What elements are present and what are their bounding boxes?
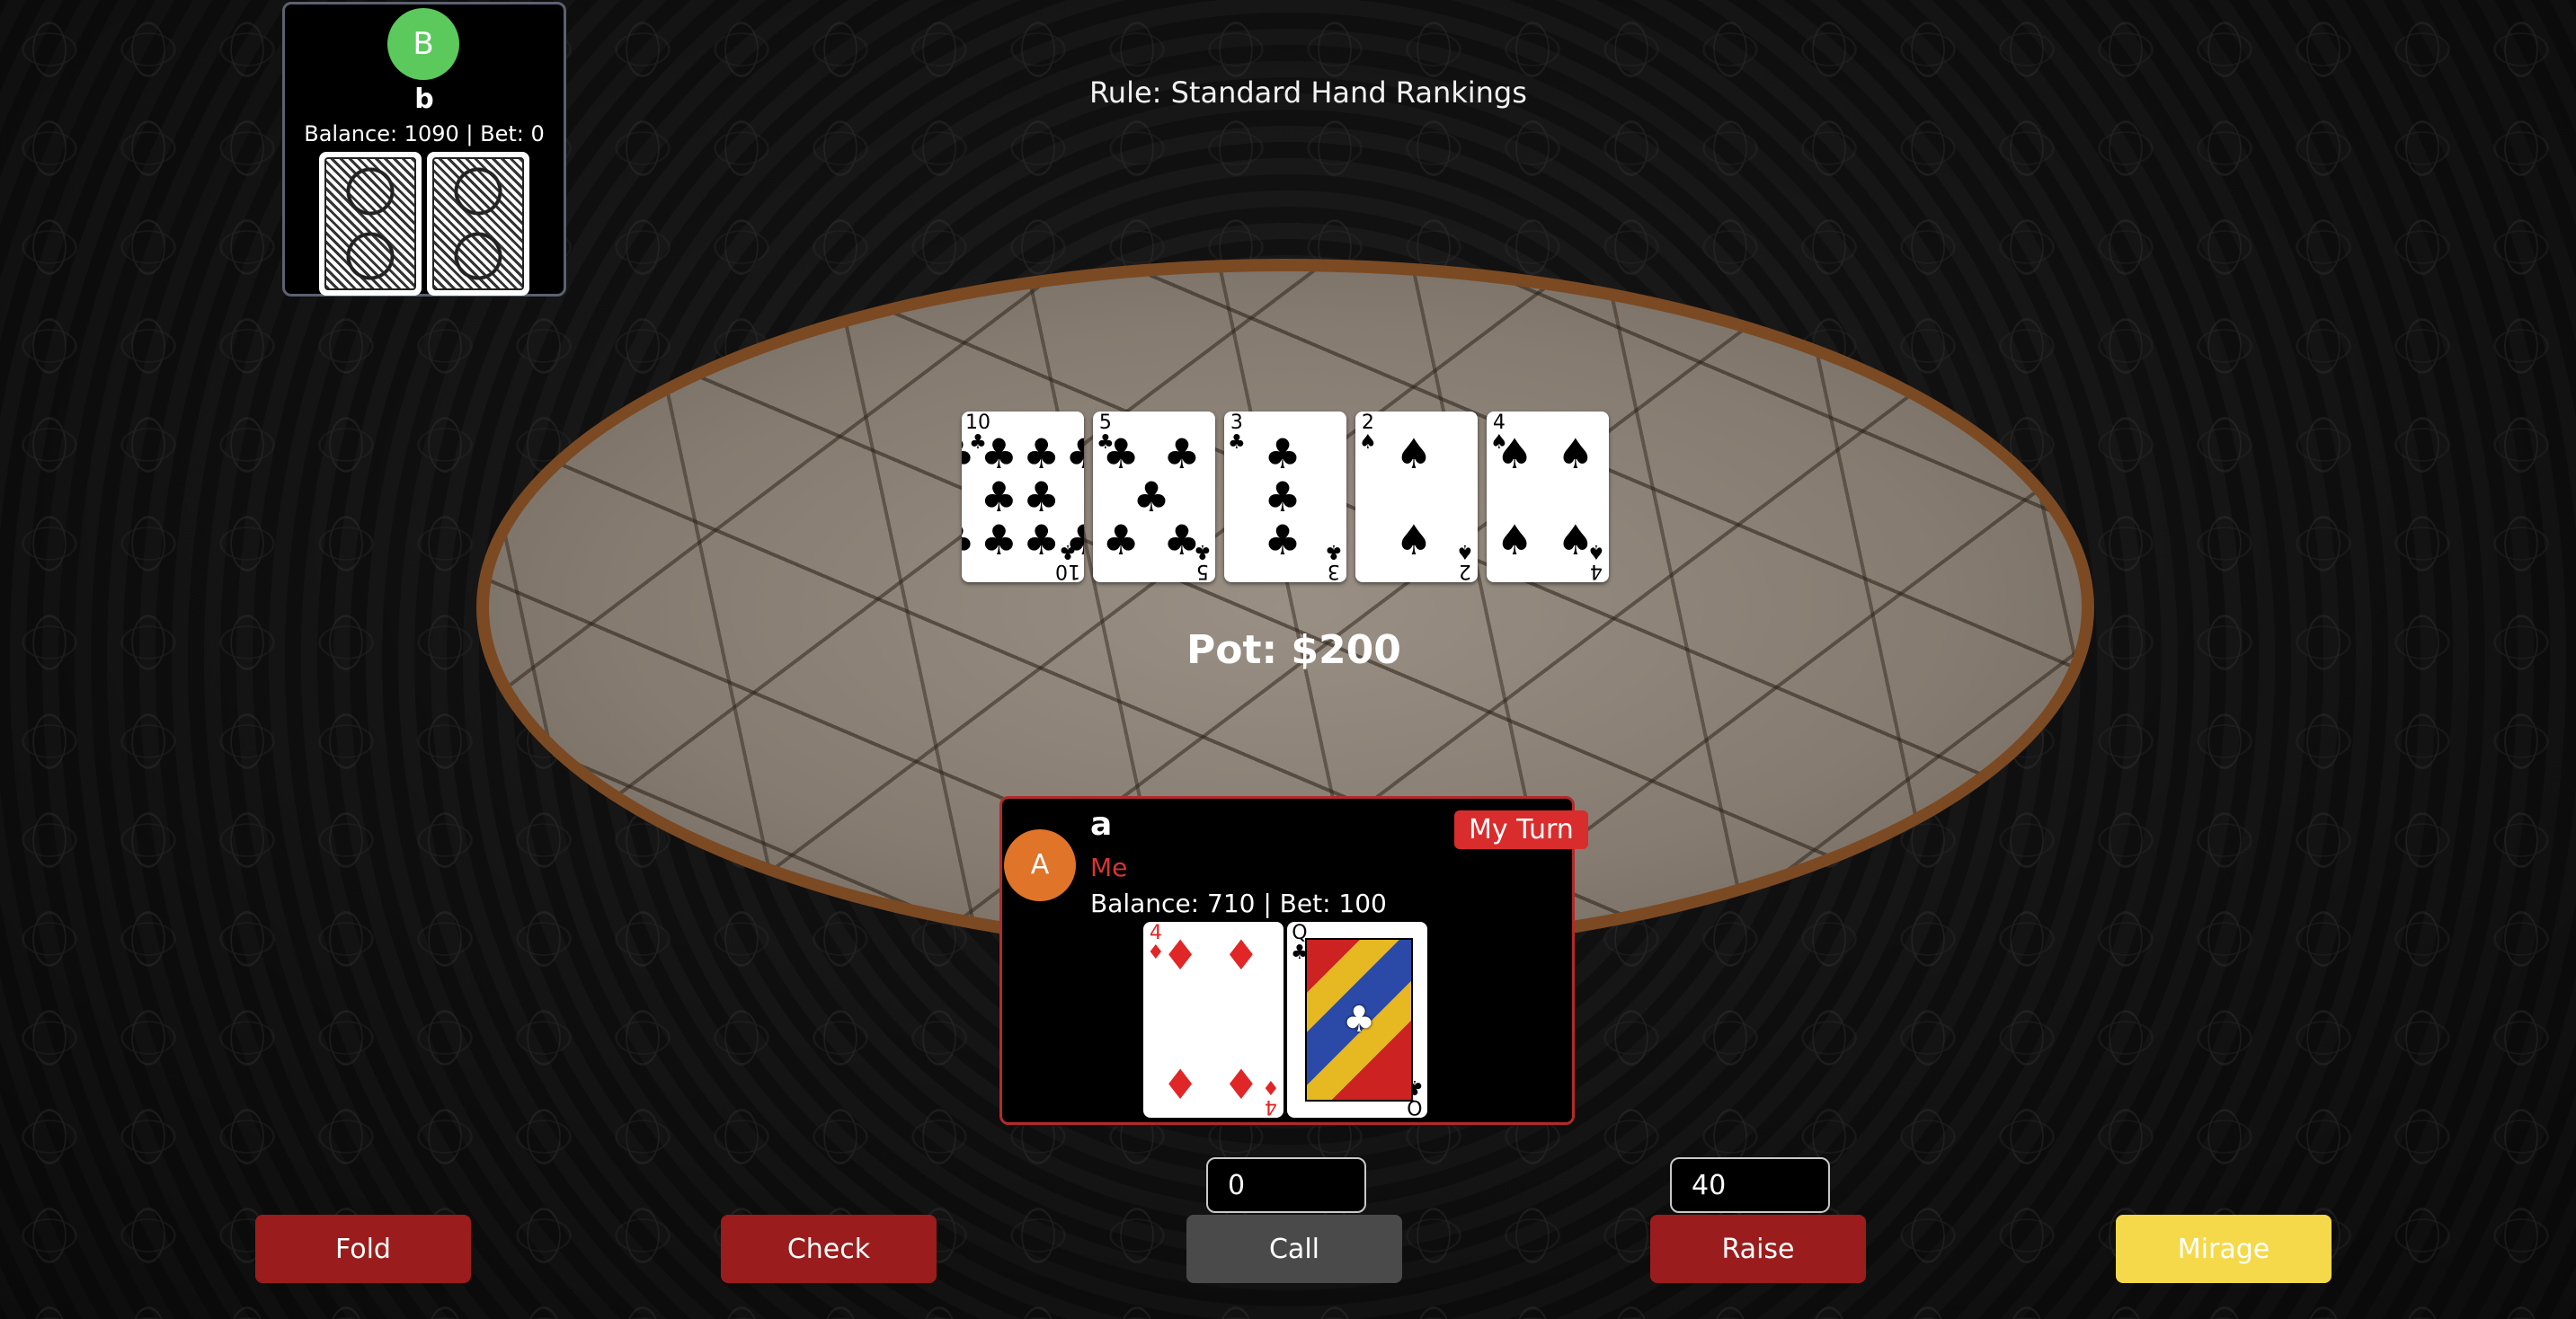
raise-amount-input[interactable] xyxy=(1670,1157,1830,1213)
card-pips: ♦ ♦ ♦ ♦ xyxy=(1161,931,1266,1109)
call-amount-input[interactable] xyxy=(1206,1157,1366,1213)
fold-button[interactable]: Fold xyxy=(255,1215,471,1283)
player-name: a xyxy=(1090,806,1113,843)
player-avatar: A xyxy=(1004,829,1076,901)
player-tag: Me xyxy=(1090,853,1128,882)
call-button[interactable]: Call xyxy=(1186,1215,1402,1283)
card-pips: ♣♣♣♣♣♣♣♣♣♣ xyxy=(962,429,1084,564)
community-cards: 10♣10♣♣♣♣♣♣♣♣♣♣♣5♣5♣♣ ♣♣♣ ♣3♣3♣♣♣♣2♠2♠♠ … xyxy=(962,412,1609,582)
card-pips: ♠ ♠ ♠ ♠ xyxy=(1496,429,1600,564)
opponent-avatar: B xyxy=(387,8,459,80)
player-card: Q ♣ Q ♣ ♣ xyxy=(1287,922,1427,1118)
opponent-card-back xyxy=(319,152,422,296)
mirage-button[interactable]: Mirage xyxy=(2116,1215,2332,1283)
community-card: 10♣10♣♣♣♣♣♣♣♣♣♣♣ xyxy=(962,412,1084,582)
card-pips: ♣ ♣ ♣ ♣ ♣ xyxy=(1102,429,1206,564)
card-pips: ♣ ♣ ♣ xyxy=(1264,429,1307,564)
player-hand: 4 ♦ 4 ♦ ♦ ♦ ♦ ♦ Q ♣ Q ♣ ♣ xyxy=(1143,922,1427,1118)
card-pips: ♠ ♠ xyxy=(1395,429,1438,564)
opponent-balance: Balance: 1090 | Bet: 0 xyxy=(304,121,545,146)
opponent-name: b xyxy=(414,84,434,115)
player-balance: Balance: 710 | Bet: 100 xyxy=(1090,889,1387,918)
my-turn-badge: My Turn xyxy=(1454,810,1588,849)
community-card: 2 ♠ 2 ♠ ♠ ♠ xyxy=(1355,412,1478,582)
community-card: 3 ♣ 3 ♣ ♣ ♣ ♣ xyxy=(1224,412,1346,582)
raise-button[interactable]: Raise xyxy=(1650,1215,1866,1283)
check-button[interactable]: Check xyxy=(721,1215,937,1283)
pot-label: Pot: $200 xyxy=(1186,627,1401,673)
community-card: 4 ♠ 4 ♠ ♠ ♠ ♠ ♠ xyxy=(1487,412,1609,582)
community-card: 5 ♣ 5 ♣ ♣ ♣ ♣ ♣ ♣ xyxy=(1093,412,1215,582)
opponent-panel: B b Balance: 1090 | Bet: 0 xyxy=(282,2,566,297)
rule-label: Rule: Standard Hand Rankings xyxy=(1089,75,1527,110)
player-card: 4 ♦ 4 ♦ ♦ ♦ ♦ ♦ xyxy=(1143,922,1284,1118)
opponent-card-back xyxy=(427,152,529,296)
queen-face-art: ♣ xyxy=(1305,938,1413,1102)
